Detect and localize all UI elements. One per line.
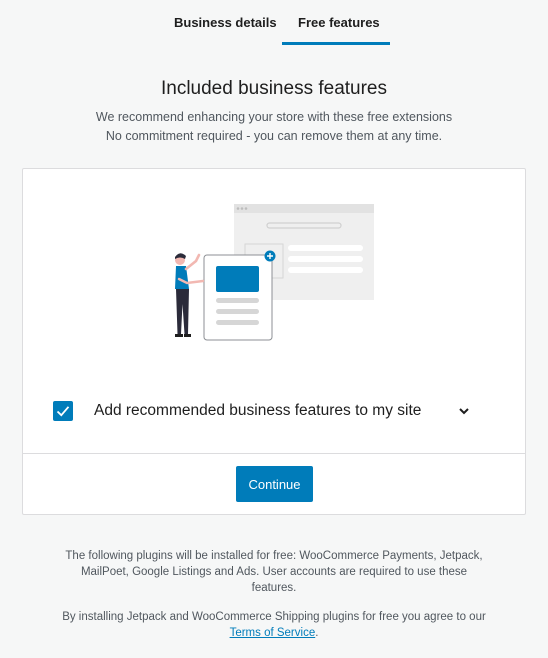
terms-suffix: . bbox=[315, 627, 319, 639]
page-subtitle-line1: We recommend enhancing your store with t… bbox=[95, 110, 453, 124]
continue-button[interactable]: Continue bbox=[236, 466, 313, 502]
checkmark-icon bbox=[56, 406, 70, 417]
stepper-tabs: Business details Free features bbox=[0, 0, 548, 46]
page-title: Included business features bbox=[160, 78, 388, 99]
plugins-disclosure-text: The following plugins will be installed … bbox=[65, 550, 483, 594]
feature-option-row: Add recommended business features to my … bbox=[53, 401, 493, 423]
terms-of-service-link[interactable]: Terms of Service bbox=[230, 627, 316, 639]
tab-free-features[interactable]: Free features bbox=[298, 15, 380, 30]
terms-prefix: By installing Jetpack and WooCommerce Sh… bbox=[62, 611, 486, 623]
features-card: Add recommended business features to my … bbox=[22, 168, 526, 515]
page-subtitle-line2: No commitment required - you can remove … bbox=[105, 129, 443, 143]
tab-business-details[interactable]: Business details bbox=[174, 15, 277, 30]
card-divider bbox=[23, 453, 525, 454]
chevron-down-icon[interactable] bbox=[456, 403, 472, 419]
active-tab-indicator bbox=[282, 42, 390, 45]
terms-disclosure-text: By installing Jetpack and WooCommerce Sh… bbox=[60, 609, 488, 641]
recommended-features-checkbox[interactable] bbox=[53, 401, 73, 421]
recommended-features-label: Add recommended business features to my … bbox=[94, 402, 422, 419]
business-features-illustration bbox=[175, 204, 374, 341]
